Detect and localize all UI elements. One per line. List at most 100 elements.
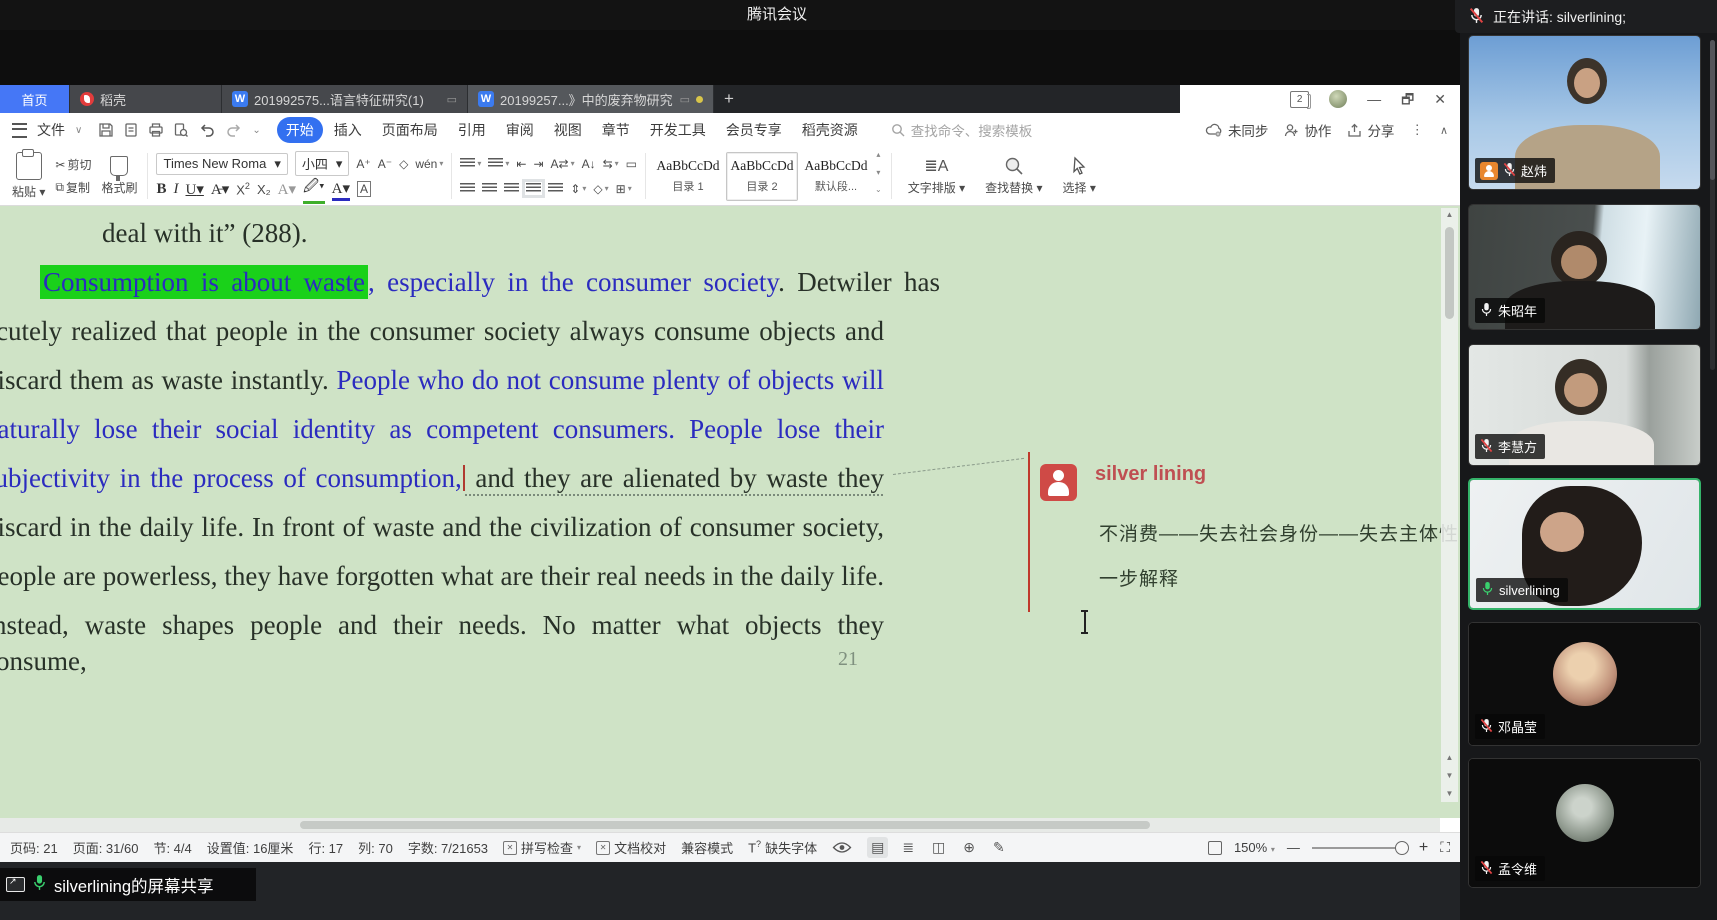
zoom-level[interactable]: 150% ▾ [1234,840,1275,855]
hamburger-icon[interactable] [12,123,27,138]
number-list-button[interactable]: ▾ [488,158,509,169]
zoom-out-button[interactable]: — [1287,840,1300,855]
tab-document-1[interactable]: W 201992575...语言特征研究(1) ▭ [222,85,468,113]
bold-button[interactable]: B [156,181,166,198]
file-menu[interactable]: 文件 [37,120,65,140]
participant-tile-赵炜[interactable]: 赵炜 [1468,35,1701,190]
more-options-icon[interactable]: ⋮ [1410,122,1424,138]
font-color-button[interactable]: A▾ [332,179,350,200]
menu-item-页面布局[interactable]: 页面布局 [373,117,447,143]
user-avatar[interactable] [1329,90,1347,108]
print-preview-icon[interactable] [173,122,189,138]
doc-proof-toggle[interactable]: ✕ 文档校对 [596,838,666,857]
menu-item-引用[interactable]: 引用 [449,117,495,143]
style-item[interactable]: AaBbCcDd默认段... [800,152,872,201]
menu-item-插入[interactable]: 插入 [325,117,371,143]
align-left-button[interactable] [460,183,475,194]
distribute-button[interactable] [548,183,563,194]
tab-document-2-active[interactable]: W 20199257...》中的废弃物研究 ▭ [468,85,714,113]
sidebar-scrollbar[interactable] [1710,40,1715,370]
menu-item-开始[interactable]: 开始 [277,117,323,143]
pin-icon[interactable]: ▭ [447,93,457,106]
typeset-button[interactable]: ≣A 文字排版 ▾ [898,149,975,203]
clear-format-button[interactable]: ◇ [399,157,408,171]
web-view-button[interactable]: ⊕ [959,837,979,858]
menu-item-视图[interactable]: 视图 [545,117,591,143]
ruler-button[interactable]: ▭ [626,157,637,171]
eye-protect-icon[interactable] [832,841,852,854]
collab-button[interactable]: 协作 [1284,120,1331,140]
superscript-button[interactable]: X2 [236,181,250,197]
subscript-button[interactable]: X₂ [257,182,271,197]
compat-mode-label[interactable]: 兼容模式 [681,838,733,857]
underline-button[interactable]: U▾ [186,180,204,199]
menu-item-开发工具[interactable]: 开发工具 [641,117,715,143]
scroll-up-icon[interactable]: ▲ [1446,210,1454,219]
zoom-slider[interactable] [1312,841,1407,855]
participant-tile-李慧方[interactable]: 李慧方 [1468,344,1701,466]
style-item[interactable]: AaBbCcDd目录 2 [726,152,798,201]
output-icon[interactable] [123,122,139,138]
strikethrough-button[interactable]: A̶▾ [211,180,229,199]
text-direction-button[interactable]: A⇄▾ [551,157,575,171]
collapse-ribbon-icon[interactable]: ∧ [1440,124,1448,137]
styles-gallery-arrows[interactable]: ▴▾⌄ [872,149,885,195]
page-view-button[interactable]: ▤ [867,837,888,858]
document-canvas[interactable]: deal with it” (288).Consumption is about… [0,206,1460,818]
line-spacing-button[interactable]: ⇕▾ [570,182,586,196]
spell-check-toggle[interactable]: ✕ 拼写检查▾ [503,838,581,857]
select-button[interactable]: 选择 ▾ [1053,149,1106,203]
participant-tile-邓晶莹[interactable]: 邓晶莹 [1468,622,1701,746]
justify-button[interactable] [526,183,541,194]
fit-page-icon[interactable] [1208,841,1222,855]
grow-font-button[interactable]: A⁺ [356,157,370,171]
format-painter-button[interactable]: 格式刷 [99,156,139,196]
missing-font-button[interactable]: T? 缺失字体 [748,838,817,857]
font-size-select[interactable]: 小四▾ [295,151,350,176]
bullet-list-button[interactable]: ▾ [460,158,481,169]
style-item[interactable]: AaBbCcDd目录 1 [652,152,724,201]
vertical-scroll-thumb[interactable] [1445,227,1454,319]
participant-tile-孟令维[interactable]: 孟令维 [1468,758,1701,888]
redo-icon[interactable] [225,122,243,138]
horizontal-scrollbar[interactable] [0,818,1440,832]
tab-stop-button[interactable]: ⇆▾ [603,157,619,171]
menu-item-章节[interactable]: 章节 [593,117,639,143]
command-search-box[interactable]: 查找命令、搜索模板 [891,120,1033,140]
menu-item-稻壳资源[interactable]: 稻壳资源 [793,117,867,143]
sync-status[interactable]: 未同步 [1205,120,1269,140]
pin-icon[interactable]: ▭ [680,93,690,106]
phonetic-guide-button[interactable]: wén▾ [415,157,443,171]
italic-button[interactable]: I [174,181,179,198]
char-effects-button[interactable]: A▾ [278,180,296,199]
increase-indent-button[interactable]: ⇥ [533,157,543,171]
outline-view-button[interactable]: ≣ [898,837,918,858]
align-right-button[interactable] [504,183,519,194]
menu-item-审阅[interactable]: 审阅 [497,117,543,143]
participant-tile-朱昭年[interactable]: 朱昭年 [1468,204,1701,330]
copy-button[interactable]: ⧉ 复制 [55,179,91,196]
restore-button[interactable]: 🗗 [1401,92,1414,106]
save-icon[interactable] [98,122,114,138]
highlight-color-button[interactable]: 🖉▾ [303,176,325,203]
align-center-button[interactable] [482,183,497,194]
char-shading-button[interactable]: A [357,181,371,197]
tab-home[interactable]: 首页 [0,85,70,113]
horizontal-scroll-thumb[interactable] [300,821,1150,829]
quick-access-more-icon[interactable]: ⌄ [252,125,260,136]
edit-mode-button[interactable]: ✎ [989,837,1009,858]
vertical-scrollbar[interactable]: ▲ ▲ ▼ ▼ [1441,208,1458,802]
menu-item-会员专享[interactable]: 会员专享 [717,117,791,143]
shrink-font-button[interactable]: A⁻ [378,157,392,171]
close-button[interactable]: ✕ [1434,92,1446,106]
tab-docer[interactable]: 稻壳 [70,85,222,113]
shading-button[interactable]: ◇▾ [593,182,608,196]
zoom-in-button[interactable]: + [1419,839,1428,857]
print-icon[interactable] [148,122,164,138]
file-menu-chevron-icon[interactable]: ∨ [75,125,82,136]
read-view-button[interactable]: ◫ [928,837,949,858]
fullscreen-button[interactable]: ⛶ [1440,839,1450,856]
new-tab-button[interactable]: + [714,85,744,113]
zoom-slider-knob[interactable] [1395,841,1409,855]
share-button[interactable]: 分享 [1347,120,1394,140]
